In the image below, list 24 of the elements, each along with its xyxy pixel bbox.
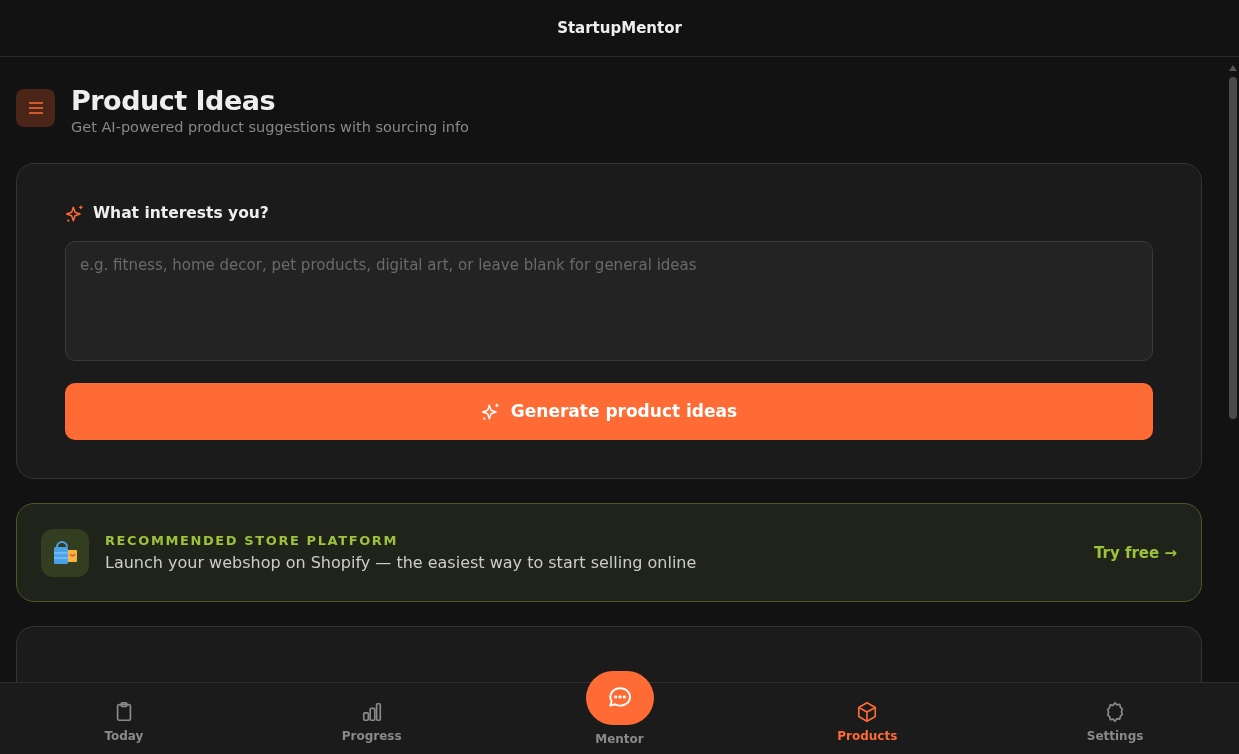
mentor-tab[interactable]: Mentor [495,683,744,754]
nav-tab[interactable]: Products [743,683,992,754]
sparkle-icon [65,203,85,224]
page-title: Product Ideas [71,85,276,118]
menu-icon [27,101,44,115]
app-title: StartupMentor [0,0,1239,57]
menu-button[interactable] [16,89,55,127]
scrollbar-thumb[interactable] [1228,77,1237,419]
shopping-bag-icon [41,528,89,577]
promo-text: Launch your webshop on Shopify — the easiest way to start selling online [105,551,698,574]
generate-button[interactable]: Generate product ideas [65,383,1153,441]
sparkle-icon [480,401,501,422]
scroll-up-icon[interactable] [1228,65,1237,71]
nav-tab[interactable]: Settings [991,683,1239,754]
promo-eyebrow: RECOMMENDED STORE PLATFORM [105,532,399,551]
nav-tab[interactable]: Progress [247,683,496,754]
field-label: What interests you? [93,203,269,225]
interests-field[interactable]: e.g. fitness, home decor, pet products, digital art, or leave blank for general ideas [65,241,1153,362]
page-subtitle: Get AI-powered product suggestions with sourcing info [71,118,469,138]
nav-tab[interactable]: Today [0,683,248,754]
chat-fab[interactable] [585,671,654,725]
try-free-link[interactable]: Try free → [1093,541,1177,565]
bar-chart-icon [360,701,383,723]
cube-icon [856,701,879,723]
